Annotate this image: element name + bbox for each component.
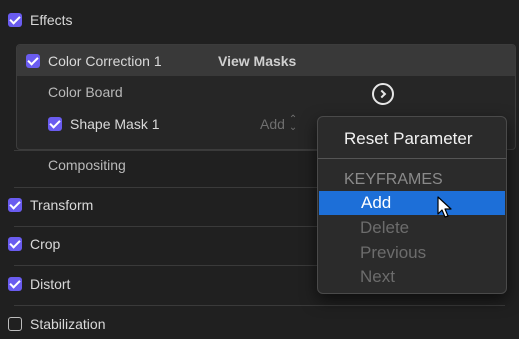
keyframes-context-menu: Reset Parameter KEYFRAMES Add Delete Pre… — [317, 116, 507, 294]
stabilization-row[interactable]: Stabilization — [8, 316, 513, 332]
transform-label: Transform — [30, 197, 94, 213]
distort-label: Distort — [30, 276, 71, 292]
effects-checkbox[interactable] — [8, 13, 22, 27]
crop-checkbox[interactable] — [8, 237, 22, 251]
view-masks-button[interactable]: View Masks — [218, 53, 296, 69]
divider — [14, 305, 505, 306]
color-board-show-button[interactable] — [372, 83, 394, 105]
menu-item-add[interactable]: Add — [319, 191, 505, 215]
compositing-label: Compositing — [48, 157, 126, 173]
keyframes-header: KEYFRAMES — [344, 171, 443, 188]
menu-item-next: Next — [360, 267, 395, 286]
distort-checkbox[interactable] — [8, 277, 22, 291]
updown-arrows-icon: ⌃ ⌄ — [288, 114, 298, 133]
menu-item-previous: Previous — [360, 243, 427, 262]
effects-row[interactable]: Effects — [8, 12, 513, 28]
shape-mask-label: Shape Mask 1 — [70, 116, 160, 132]
color-correction-label: Color Correction 1 — [48, 53, 162, 69]
effects-label: Effects — [30, 12, 73, 28]
shape-mask-checkbox[interactable] — [48, 117, 62, 131]
color-board-row: Color Board — [48, 84, 513, 100]
stabilization-checkbox[interactable] — [8, 317, 22, 331]
transform-checkbox[interactable] — [8, 198, 22, 212]
menu-item-delete: Delete — [360, 218, 410, 237]
shape-mask-add-select[interactable]: Add ⌃ ⌄ — [260, 114, 298, 133]
stabilization-label: Stabilization — [30, 316, 106, 332]
color-correction-row[interactable]: Color Correction 1 View Masks — [26, 53, 513, 69]
chevron-right-icon — [377, 89, 387, 99]
color-board-label: Color Board — [48, 84, 123, 100]
shape-mask-select-value: Add — [260, 116, 285, 132]
reset-parameter-item[interactable]: Reset Parameter — [318, 127, 506, 151]
mouse-pointer-icon — [437, 196, 452, 218]
inspector-panel: Effects Color Correction 1 View Masks Co… — [0, 0, 519, 339]
color-correction-checkbox[interactable] — [26, 54, 40, 68]
crop-label: Crop — [30, 236, 61, 252]
menu-separator — [318, 158, 506, 159]
